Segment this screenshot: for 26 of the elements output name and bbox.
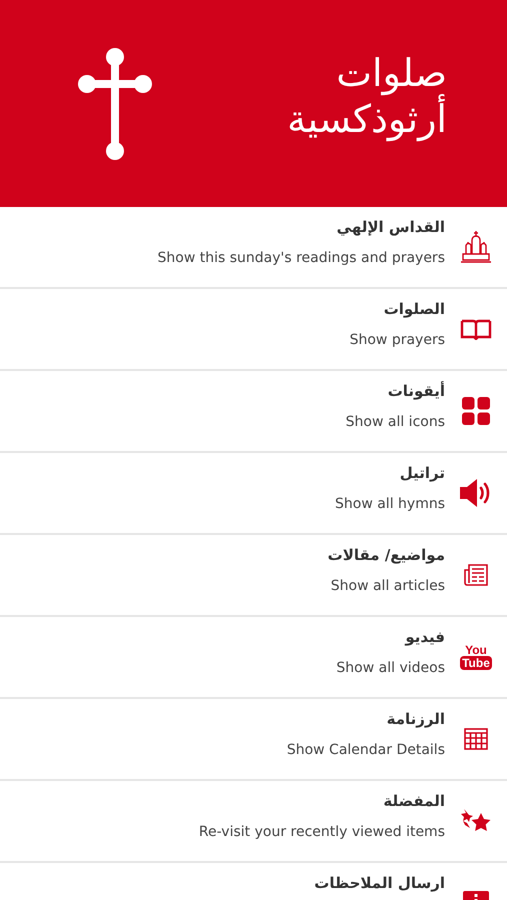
app-title: أرثوذكسية <box>287 96 447 142</box>
menu-item-subtitle: Show all videos <box>336 659 445 677</box>
book-icon <box>460 318 492 340</box>
menu-item-title: مواضيع/ مقالات <box>328 545 445 565</box>
menu-item-subtitle: Show Calendar Details <box>286 741 445 759</box>
cross-icon <box>78 46 152 160</box>
menu-item-subtitle: Show all hymns <box>335 495 445 513</box>
calendar-icon <box>464 728 488 750</box>
grid-icon <box>462 397 490 425</box>
menu-item-title: الرزنامة <box>386 709 445 729</box>
menu-item-title: القداس الإلهي <box>336 217 445 237</box>
menu-item-title: فيديو <box>405 627 445 647</box>
app-title: صلوات <box>336 50 447 96</box>
menu-item-subtitle: Show all articles <box>330 577 445 595</box>
menu-item-subtitle: Show prayers <box>350 331 445 349</box>
menu-item-title: الصلوات <box>384 299 445 319</box>
church-icon <box>460 230 492 264</box>
menu-item-title: المفضلة <box>383 791 445 811</box>
menu-item-title: أيقونات <box>388 381 445 401</box>
menu-item-subtitle: Re-visit your recently viewed items <box>198 823 445 841</box>
menu-item-title: تراتيل <box>400 463 445 483</box>
menu-item-title: ارسال الملاحظات <box>314 873 445 893</box>
newspaper-icon <box>464 563 488 587</box>
menu-item-subtitle: Show this sunday's readings and prayers <box>158 249 445 267</box>
menu-item[interactable]: ارسال الملاحظات <box>0 863 507 900</box>
menu-item-subtitle: Show all icons <box>346 413 445 431</box>
